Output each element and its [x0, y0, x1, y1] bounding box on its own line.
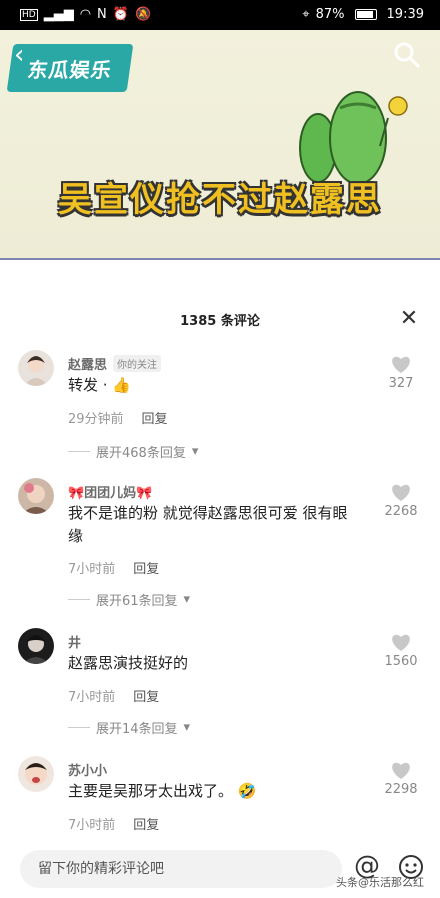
location-icon: ⌖ — [302, 7, 310, 22]
comments-panel: 1385 条评论 ✕ 赵露思 你的关注 转发 · 👍 29分钟前 回复 展开46… — [0, 296, 440, 898]
like-button[interactable]: 2298 — [376, 760, 426, 797]
like-count: 327 — [388, 376, 414, 391]
like-count: 2268 — [384, 504, 418, 519]
close-button[interactable]: ✕ — [398, 308, 420, 330]
username-text[interactable]: 🎀团团儿妈🎀 — [68, 482, 152, 501]
expand-replies[interactable]: 展开14条回复 ▾ — [68, 718, 190, 737]
comment-input[interactable]: 留下你的精彩评论吧 — [20, 850, 342, 888]
mute-icon: 🔕 — [134, 7, 152, 22]
like-button[interactable]: 327 — [376, 354, 426, 391]
username-text[interactable]: 赵露思 — [68, 354, 107, 373]
comment-text-content: 主要是吴那牙太出戏了。 — [68, 782, 234, 800]
expand-replies-label[interactable]: 展开468条回复 — [96, 442, 186, 461]
comments-count-title: 1385 条评论 — [180, 314, 260, 329]
avatar[interactable] — [18, 756, 54, 792]
expand-replies[interactable]: 展开468条回复 ▾ — [68, 442, 198, 461]
avatar[interactable] — [18, 350, 54, 386]
comment-meta: 7小时前 回复 — [68, 814, 159, 833]
username-text[interactable]: 井 — [68, 632, 81, 651]
like-count: 1560 — [384, 654, 418, 669]
laughing-tears-emoji-icon: 🤣 — [237, 782, 257, 800]
username[interactable]: 🎀团团儿妈🎀 — [68, 482, 152, 501]
video-bottom-band — [0, 258, 440, 260]
expand-replies-label[interactable]: 展开14条回复 — [96, 718, 178, 737]
username[interactable]: 井 — [68, 632, 81, 651]
heart-icon — [392, 762, 410, 779]
comment-text: 赵露思演技挺好的 — [68, 654, 189, 672]
comment-meta: 7小时前 回复 — [68, 558, 159, 577]
divider-line — [68, 727, 90, 728]
comment-time: 7小时前 — [68, 818, 116, 833]
avatar[interactable] — [18, 478, 54, 514]
reply-button[interactable]: 回复 — [142, 408, 168, 427]
comment-meta: 29分钟前 回复 — [68, 408, 168, 427]
thumbs-up-emoji-icon: 👍 — [112, 376, 132, 394]
reply-button[interactable]: 回复 — [133, 558, 159, 577]
back-button[interactable]: ‹ — [14, 40, 44, 70]
hd-icon: HD — [20, 8, 38, 21]
video-headline: 吴宣仪抢不过赵露思 — [58, 180, 382, 220]
like-button[interactable]: 2268 — [376, 482, 426, 519]
reply-button[interactable]: 回复 — [133, 686, 159, 705]
search-icon[interactable] — [392, 40, 422, 70]
wifi-icon: ◠ — [79, 7, 92, 22]
comment-text: 主要是吴那牙太出戏了。 🤣 — [68, 780, 348, 803]
username[interactable]: 赵露思 你的关注 — [68, 354, 162, 373]
watermark: 头条@乐活那么红 — [336, 876, 424, 889]
chevron-down-icon: ▾ — [183, 592, 191, 607]
nfc-icon: N — [97, 7, 107, 22]
like-button[interactable]: 1560 — [376, 632, 426, 669]
chevron-down-icon: ▾ — [183, 720, 191, 735]
comment-time: 7小时前 — [68, 690, 116, 705]
signal-icon: ▂▄▆ — [43, 7, 74, 22]
divider-line — [68, 599, 90, 600]
video-player[interactable]: 东瓜娱乐 ‹ 吴宣仪抢不过赵露思 — [0, 30, 440, 260]
divider-line — [68, 451, 90, 452]
username-text[interactable]: 苏小小 — [68, 760, 107, 779]
heart-icon — [392, 634, 410, 651]
like-count: 2298 — [384, 782, 418, 797]
comment-text: 转发 · 👍 — [68, 374, 348, 397]
comment-time: 29分钟前 — [68, 412, 124, 427]
follow-tag: 你的关注 — [113, 355, 162, 372]
reply-button[interactable]: 回复 — [133, 814, 159, 833]
comment-meta: 7小时前 回复 — [68, 686, 159, 705]
comment-text-content: 转发 · — [68, 376, 108, 394]
status-bar: HD ▂▄▆ ◠ N ⏰ 🔕 ⌖ 87% 19:39 — [0, 0, 440, 30]
expand-replies-label[interactable]: 展开61条回复 — [96, 590, 178, 609]
comment-time: 7小时前 — [68, 562, 116, 577]
chevron-down-icon: ▾ — [191, 444, 199, 459]
clock: 19:39 — [386, 7, 424, 22]
expand-replies[interactable]: 展开61条回复 ▾ — [68, 590, 190, 609]
heart-icon — [392, 484, 410, 501]
battery-percent: 87% — [315, 7, 345, 22]
battery-icon — [354, 9, 377, 20]
heart-icon — [392, 356, 410, 373]
alarm-icon: ⏰ — [112, 7, 129, 22]
avatar[interactable] — [18, 628, 54, 664]
username[interactable]: 苏小小 — [68, 760, 107, 779]
comment-text: 我不是谁的粉 就觉得赵露思很可爱 很有眼缘 — [68, 504, 348, 545]
